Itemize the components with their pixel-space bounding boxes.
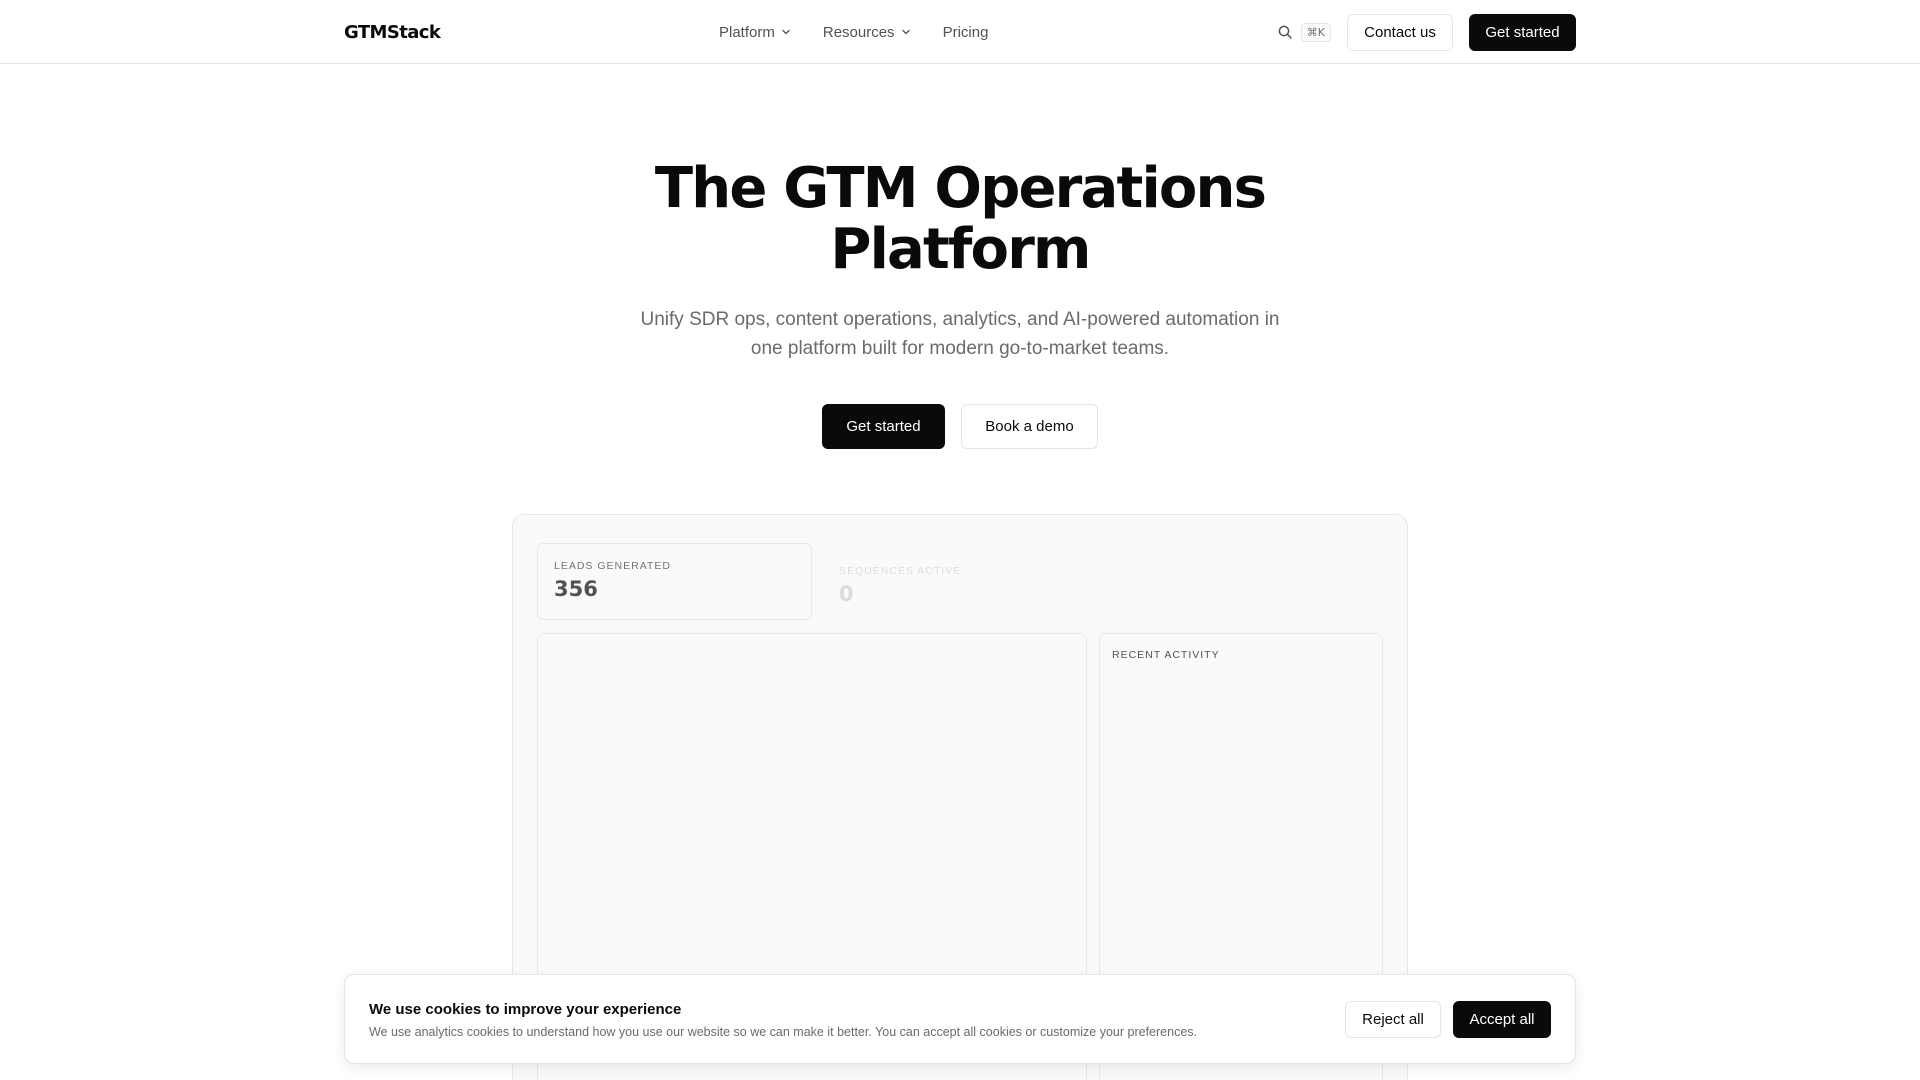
stat-card-leads: LEADS GENERATED 356 [537, 543, 812, 620]
stat-value: 0 [839, 582, 854, 606]
hero-subtitle-line-2: one platform built for modern go-to-mark… [750, 338, 1170, 359]
stat-value: 356 [554, 577, 598, 601]
nav-item-pricing[interactable]: Pricing [943, 24, 989, 41]
stat-card-sequences: SEQUENCES ACTIVE 0 [823, 549, 1088, 626]
logo[interactable]: GTMStack [344, 22, 441, 43]
hero-subtitle: Unify SDR ops, content operations, analy… [620, 305, 1300, 363]
hero-get-started-button[interactable]: Get started [822, 404, 945, 449]
book-demo-button[interactable]: Book a demo [961, 404, 1098, 449]
stat-label: LEADS GENERATED [554, 560, 671, 572]
nav-item-resources-label: Resources [822, 23, 895, 41]
hero-subtitle-line-1: Unify SDR ops, content operations, analy… [640, 309, 1280, 330]
nav-container: GTMStack Platform Resources Pricing ⌘K C… [344, 0, 1576, 64]
nav-item-pricing-label: Pricing [942, 23, 989, 41]
recent-activity-title: RECENT ACTIVITY [1112, 649, 1220, 661]
search-icon[interactable] [1277, 24, 1293, 40]
hero-cta-group: Get started Book a demo [0, 404, 1920, 449]
main-nav: Platform Resources Pricing [719, 0, 988, 64]
cookie-banner-text: We use analytics cookies to understand h… [369, 1025, 1197, 1039]
accept-all-button[interactable]: Accept all [1453, 1001, 1551, 1038]
nav-item-platform[interactable]: Platform [719, 24, 791, 41]
contact-us-button[interactable]: Contact us [1347, 13, 1453, 51]
hero-title: The GTM Operations Platform [0, 158, 1920, 280]
nav-item-platform-label: Platform [719, 23, 775, 41]
hero-title-line-2: Platform [830, 217, 1091, 282]
nav-actions: ⌘K Contact us Get started [1277, 0, 1576, 64]
chevron-down-icon [901, 29, 910, 35]
cookie-actions: Reject all Accept all [1345, 1001, 1551, 1038]
cookie-banner-title: We use cookies to improve your experienc… [369, 1001, 682, 1018]
chevron-down-icon [782, 29, 790, 35]
get-started-button[interactable]: Get started [1469, 13, 1576, 51]
nav-item-resources[interactable]: Resources [823, 24, 911, 41]
search-shortcut-badge: ⌘K [1300, 22, 1331, 42]
reject-all-button[interactable]: Reject all [1345, 1001, 1441, 1038]
cookie-banner: We use cookies to improve your experienc… [344, 974, 1576, 1064]
top-nav: GTMStack Platform Resources Pricing ⌘K C… [0, 0, 1920, 64]
stat-card-placeholder [1103, 549, 1383, 626]
stat-label: SEQUENCES ACTIVE [839, 565, 962, 577]
hero-title-line-1: The GTM Operations [654, 156, 1267, 221]
